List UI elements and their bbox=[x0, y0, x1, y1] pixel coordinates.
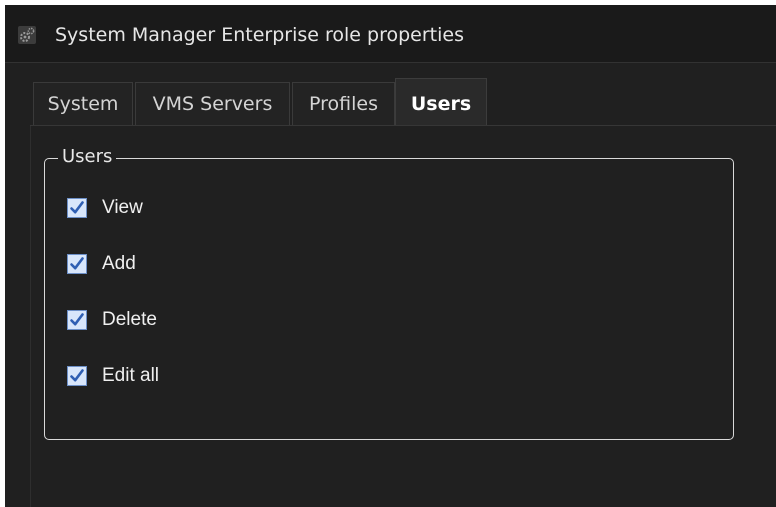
tab-system[interactable]: System bbox=[33, 82, 133, 125]
tab-profiles[interactable]: Profiles bbox=[292, 82, 395, 125]
title-bar: System Manager Enterprise role propertie… bbox=[5, 5, 776, 63]
edit-all-label: Edit all bbox=[102, 365, 160, 386]
delete-label: Delete bbox=[102, 309, 157, 330]
tab-strip-divider bbox=[30, 125, 776, 126]
content-left-border bbox=[30, 125, 31, 507]
gear-icon bbox=[18, 26, 36, 44]
view-checkbox[interactable] bbox=[67, 198, 87, 218]
add-checkbox[interactable] bbox=[67, 254, 87, 274]
delete-checkbox[interactable] bbox=[67, 310, 87, 330]
edit-all-checkbox[interactable] bbox=[67, 366, 87, 386]
window-title: System Manager Enterprise role propertie… bbox=[55, 24, 464, 46]
users-group-legend: Users bbox=[58, 145, 117, 169]
tab-vms-servers[interactable]: VMS Servers bbox=[135, 82, 290, 125]
tab-users[interactable]: Users bbox=[395, 78, 487, 126]
role-properties-window: System Manager Enterprise role propertie… bbox=[5, 5, 776, 507]
view-label: View bbox=[102, 197, 143, 218]
add-label: Add bbox=[102, 253, 136, 274]
users-groupbox: Users View Add Delete Edit all bbox=[44, 145, 734, 440]
